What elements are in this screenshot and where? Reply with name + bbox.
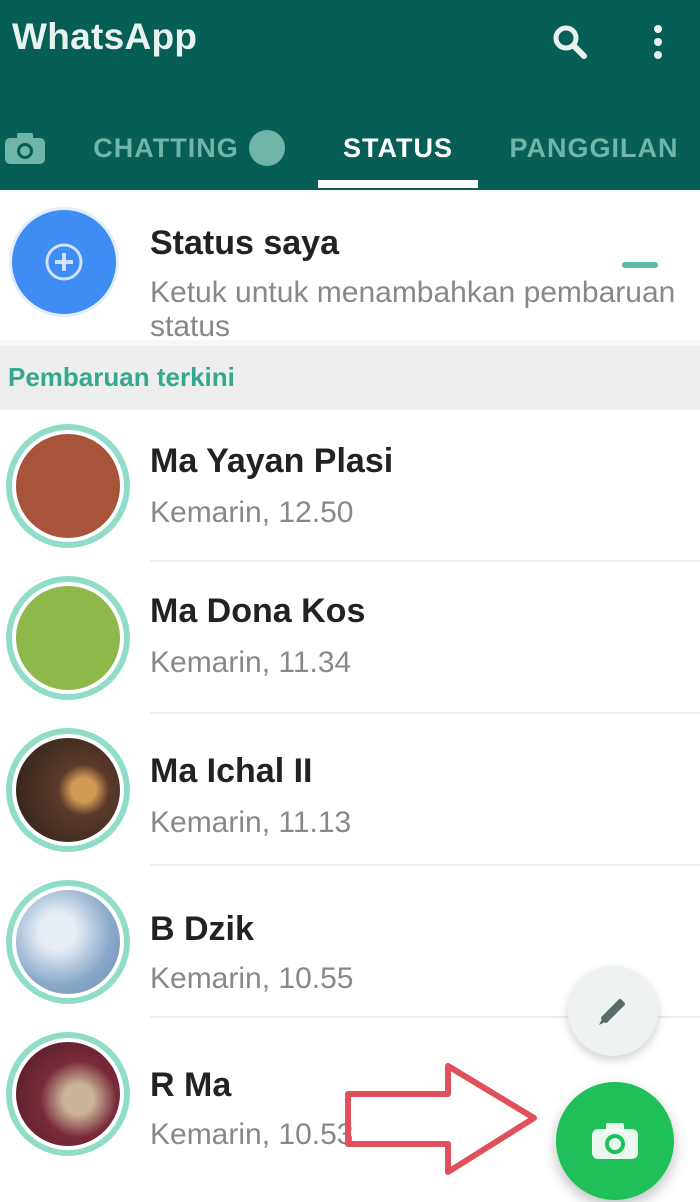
- tab-chatting-label: CHATTING: [93, 132, 239, 163]
- annotation-arrow: [345, 1063, 537, 1175]
- camera-status-button[interactable]: [556, 1082, 674, 1200]
- app-bar: WhatsApp CHATTING STATUS PANGGILAN: [0, 0, 700, 190]
- my-status-subtitle: Ketuk untuk menambahkan pembaruan status: [150, 276, 676, 343]
- contact-name: R Ma: [150, 1066, 232, 1104]
- search-icon: [553, 25, 587, 59]
- my-status-avatar: [12, 210, 116, 314]
- camera-icon: [5, 133, 45, 164]
- avatar: [12, 430, 124, 542]
- status-time: Kemarin, 11.13: [150, 806, 352, 839]
- my-status-more-icon[interactable]: [622, 262, 658, 268]
- unread-badge: [248, 130, 285, 166]
- status-ring: [6, 424, 130, 548]
- contact-name: B Dzik: [150, 910, 254, 948]
- avatar: [12, 886, 124, 998]
- pencil-icon: [599, 999, 625, 1025]
- tab-calls[interactable]: PANGGILAN: [494, 112, 694, 184]
- contact-name: Ma Dona Kos: [150, 592, 366, 630]
- more-options-button[interactable]: [628, 12, 688, 72]
- camera-icon: [592, 1123, 638, 1159]
- status-ring: [6, 728, 130, 852]
- recent-updates-header: Pembaruan terkini: [0, 346, 700, 410]
- list-item[interactable]: Ma Dona Kos Kemarin, 11.34: [0, 562, 700, 714]
- list-item[interactable]: Ma Ichal II Kemarin, 11.13: [0, 714, 700, 866]
- search-button[interactable]: [540, 12, 600, 72]
- status-time: Kemarin, 11.34: [150, 646, 352, 679]
- tab-status[interactable]: STATUS: [318, 112, 478, 184]
- status-ring: [6, 880, 130, 1004]
- text-status-button[interactable]: [568, 966, 658, 1056]
- tab-status-label: STATUS: [343, 132, 453, 163]
- tab-bar: CHATTING STATUS PANGGILAN: [0, 112, 700, 190]
- tab-chatting[interactable]: CHATTING: [84, 112, 294, 184]
- active-tab-indicator: [318, 180, 478, 188]
- tab-calls-label: PANGGILAN: [509, 132, 679, 163]
- list-item[interactable]: Ma Yayan Plasi Kemarin, 12.50: [0, 410, 700, 562]
- status-time: Kemarin, 10.53: [150, 1118, 354, 1151]
- contact-name: Ma Ichal II: [150, 752, 313, 790]
- avatar: [12, 582, 124, 694]
- recent-updates-label: Pembaruan terkini: [8, 362, 235, 392]
- my-status-name: Status saya: [150, 224, 339, 262]
- app-title: WhatsApp: [12, 16, 198, 57]
- more-vert-icon: [654, 25, 662, 59]
- status-time: Kemarin, 10.55: [150, 962, 354, 995]
- status-time: Kemarin, 12.50: [150, 496, 354, 529]
- status-ring: [6, 576, 130, 700]
- avatar: [12, 734, 124, 846]
- add-status-icon: [45, 243, 83, 281]
- tab-camera[interactable]: [0, 112, 50, 184]
- my-status-row[interactable]: Status saya Ketuk untuk menambahkan pemb…: [0, 190, 700, 343]
- avatar: [12, 1038, 124, 1150]
- status-ring: [6, 1032, 130, 1156]
- contact-name: Ma Yayan Plasi: [150, 442, 394, 480]
